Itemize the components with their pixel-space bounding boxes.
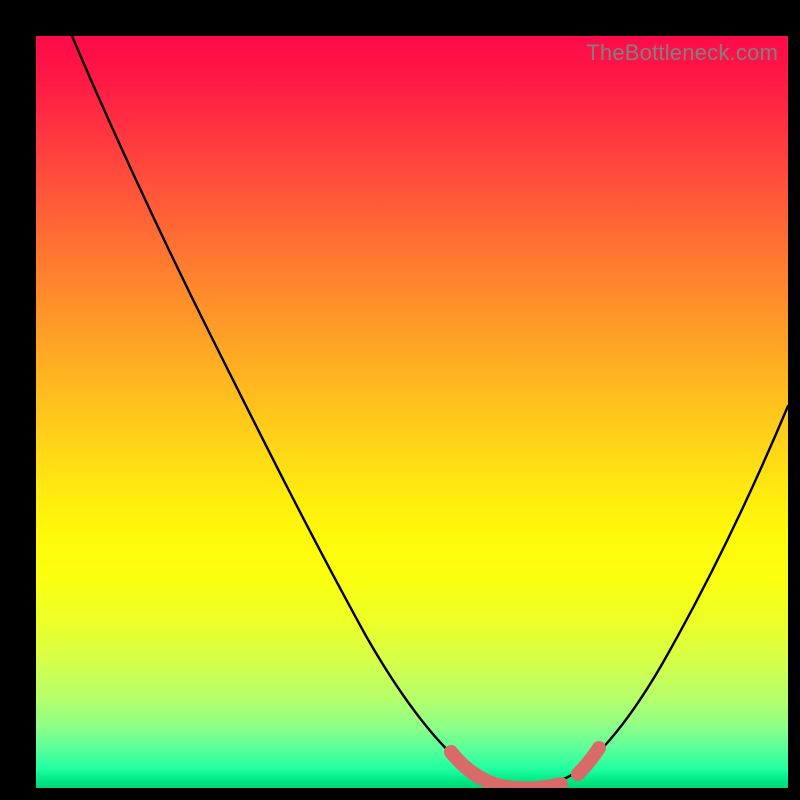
chart-frame: TheBottleneck.com bbox=[12, 12, 788, 788]
optimal-band-highlight bbox=[451, 748, 599, 788]
watermark-text: TheBottleneck.com bbox=[586, 40, 778, 66]
chart-plot-area: TheBottleneck.com bbox=[36, 36, 788, 788]
chart-svg bbox=[36, 36, 788, 788]
bottleneck-curve bbox=[72, 36, 788, 786]
